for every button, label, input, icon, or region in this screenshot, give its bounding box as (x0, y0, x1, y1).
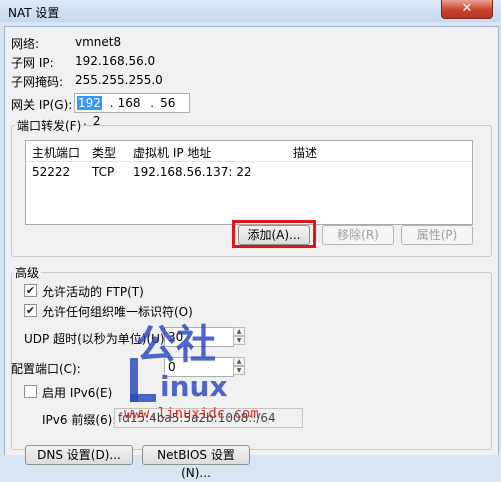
arrow-down-icon[interactable]: ▼ (233, 336, 245, 345)
arrow-up-icon[interactable]: ▲ (233, 357, 245, 366)
subnet-mask-value: 255.255.255.0 (75, 73, 163, 87)
close-button[interactable]: ✕ (441, 0, 493, 19)
type-cell: TCP (92, 165, 115, 179)
check-icon: ✔ (25, 304, 36, 317)
port-forwarding-title: 端口转发(F) (15, 117, 84, 134)
network-label: 网络: (11, 37, 40, 51)
column-header[interactable]: 虚拟机 IP 地址 (133, 144, 211, 161)
ipv6-prefix-label: IPv6 前缀(6): (42, 413, 117, 427)
config-port-stepper[interactable]: ▲ ▼ (233, 357, 245, 375)
list-header: 主机端口 类型 虚拟机 IP 地址 描述 (26, 141, 472, 162)
title-bar: NAT 设置 ✕ (0, 0, 501, 22)
subnet-ip-label: 子网 IP: (11, 56, 54, 70)
column-header[interactable]: 主机端口 (32, 144, 80, 161)
gateway-octet-1: 192 (77, 96, 102, 110)
udp-timeout-field[interactable]: 30 (164, 327, 234, 347)
config-port-label: 配置端口(C): (11, 362, 81, 376)
subnet-mask-label: 子网掩码: (11, 75, 64, 89)
udp-timeout-label: UDP 超时(以秒为单位)(U): (24, 332, 169, 346)
allow-ftp-label[interactable]: 允许活动的 FTP(T) (42, 283, 144, 300)
properties-button[interactable]: 属性(P) (401, 225, 473, 245)
allow-oui-checkbox[interactable]: ✔ (24, 304, 37, 317)
port-forwarding-list[interactable]: 主机端口 类型 虚拟机 IP 地址 描述 52222 TCP 192.168.5… (25, 140, 473, 225)
check-icon: ✔ (25, 284, 36, 297)
arrow-up-icon[interactable]: ▲ (233, 327, 245, 336)
column-header[interactable]: 类型 (92, 144, 116, 161)
close-icon: ✕ (461, 1, 473, 16)
gateway-octet-2: 168 (117, 96, 141, 110)
dns-settings-button[interactable]: DNS 设置(D)... (25, 445, 133, 465)
gateway-label: 网关 IP(G): (11, 98, 73, 112)
add-button[interactable]: 添加(A)... (238, 225, 310, 245)
dialog-body: 网络: vmnet8 子网 IP: 192.168.56.0 子网掩码: 255… (4, 26, 499, 480)
arrow-down-icon[interactable]: ▼ (233, 366, 245, 375)
network-value: vmnet8 (75, 35, 122, 49)
allow-oui-label[interactable]: 允许任何组织唯一标识符(O) (42, 303, 193, 320)
host-port-cell: 52222 (32, 165, 71, 179)
netbios-settings-button[interactable]: NetBIOS 设置(N)... (142, 445, 250, 480)
column-header[interactable]: 描述 (293, 144, 317, 161)
ipv6-label[interactable]: 启用 IPv6(E) (42, 384, 112, 401)
gateway-ip-field[interactable]: 192 . 168 . 56 .2 (74, 93, 190, 128)
window-title: NAT 设置 (8, 6, 60, 20)
config-port-field[interactable]: 0 (164, 357, 234, 377)
advanced-title: 高级 (13, 264, 42, 281)
ipv6-prefix-field[interactable]: fd15:4ba5:5a2b:1008::/64 (114, 408, 303, 428)
gateway-octet-3: 56 (160, 96, 176, 110)
ipv6-checkbox[interactable] (24, 385, 37, 398)
table-row[interactable]: 52222 TCP 192.168.56.137: 22 (26, 163, 472, 181)
allow-ftp-checkbox[interactable]: ✔ (24, 284, 37, 297)
udp-timeout-stepper[interactable]: ▲ ▼ (233, 327, 245, 345)
remove-button[interactable]: 移除(R) (322, 225, 394, 245)
vm-address-cell: 192.168.56.137: 22 (133, 165, 252, 179)
subnet-ip-value: 192.168.56.0 (75, 54, 156, 68)
